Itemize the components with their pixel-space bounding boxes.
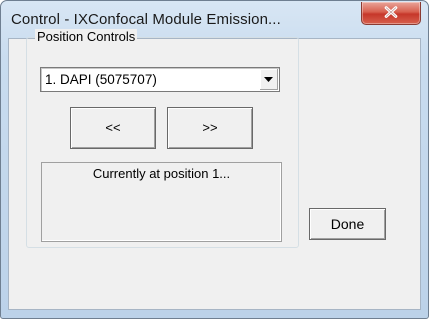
status-text: Currently at position 1...: [92, 166, 231, 181]
status-panel: Currently at position 1...: [41, 162, 282, 242]
chevron-down-icon: [264, 77, 273, 82]
position-select[interactable]: 1. DAPI (5075707): [40, 67, 280, 92]
done-button-label: Done: [330, 216, 365, 232]
close-button[interactable]: [361, 2, 421, 25]
close-icon: [384, 6, 398, 18]
done-button[interactable]: Done: [309, 208, 386, 240]
group-label: Position Controls: [35, 29, 138, 45]
next-position-button[interactable]: >>: [167, 107, 253, 149]
window-title: Control - IXConfocal Module Emission...: [11, 11, 281, 28]
next-button-label: >>: [202, 120, 218, 135]
previous-position-button[interactable]: <<: [70, 107, 156, 149]
selected-position: 1. DAPI (5075707): [45, 72, 157, 87]
previous-button-label: <<: [105, 120, 121, 135]
dropdown-button[interactable]: [259, 69, 278, 90]
